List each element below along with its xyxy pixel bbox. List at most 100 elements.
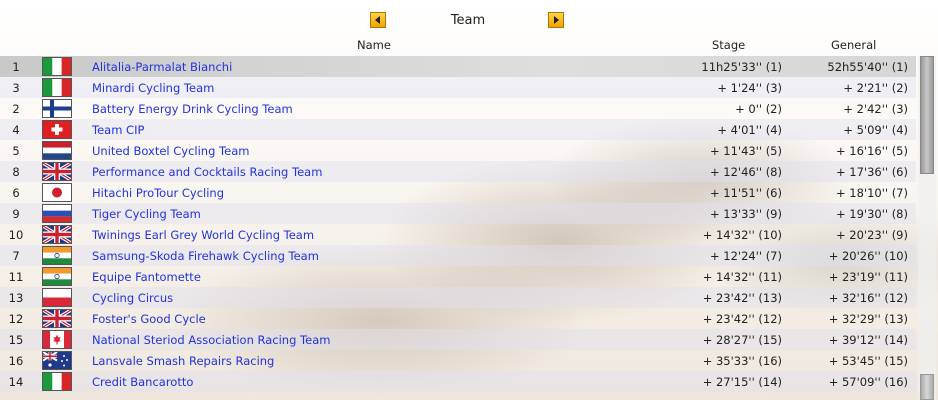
general-time-cell: + 20'23'' (9): [836, 228, 908, 242]
stage-time-cell: + 11'43'' (5): [710, 144, 782, 158]
rank-cell: 4: [12, 123, 20, 137]
stage-time-cell: + 28'27'' (15): [702, 333, 782, 347]
team-name-link[interactable]: United Boxtel Cycling Team: [92, 144, 249, 158]
stage-time-cell: + 1'24'' (3): [717, 81, 782, 95]
flag-india-icon: [42, 267, 72, 286]
general-time-cell: + 16'16'' (5): [836, 144, 908, 158]
general-time-cell: + 32'29'' (13): [828, 312, 908, 326]
flag-netherlands-icon: [42, 141, 72, 160]
flag-italy-icon: [42, 57, 72, 76]
team-name-link[interactable]: National Steriod Association Racing Team: [92, 333, 330, 347]
rank-cell: 10: [8, 228, 24, 242]
flag-india-icon: [42, 246, 72, 265]
table-row[interactable]: 8 Performance and Cocktails Racing Team + …: [0, 161, 916, 182]
arrow-right-icon: [554, 16, 559, 24]
table-row[interactable]: 11 Equipe Fantomette + 14'32'' (11) + 23'19…: [0, 266, 916, 287]
general-time-cell: + 20'26'' (10): [828, 249, 908, 263]
flag-canada-icon: [42, 330, 72, 349]
table-row[interactable]: 1 Alitalia-Parmalat Bianchi 11h25'33'' (1)…: [0, 56, 916, 77]
general-time-cell: + 18'10'' (7): [836, 186, 908, 200]
flag-italy-icon: [42, 78, 72, 97]
stage-time-cell: + 12'24'' (7): [710, 249, 782, 263]
rank-cell: 3: [12, 81, 20, 95]
flag-russia-icon: [42, 204, 72, 223]
table-row[interactable]: 14 Credit Bancarotto + 27'15'' (14) + 57'09…: [0, 371, 916, 392]
rank-cell: 1: [12, 60, 20, 74]
team-standings-table: 1 Alitalia-Parmalat Bianchi 11h25'33'' (1)…: [0, 56, 916, 392]
team-name-link[interactable]: Credit Bancarotto: [92, 375, 193, 389]
table-row[interactable]: 9 Tiger Cycling Team + 13'33'' (9) + 19'30'…: [0, 203, 916, 224]
general-time-cell: + 2'42'' (3): [843, 102, 908, 116]
team-name-link[interactable]: Samsung-Skoda Firehawk Cycling Team: [92, 249, 319, 263]
flag-uk-icon: [42, 309, 72, 328]
rank-cell: 11: [8, 270, 24, 284]
rank-cell: 7: [12, 249, 20, 263]
team-name-link[interactable]: Tiger Cycling Team: [92, 207, 201, 221]
general-time-cell: + 17'36'' (6): [836, 165, 908, 179]
general-time-cell: + 2'21'' (2): [843, 81, 908, 95]
team-name-link[interactable]: Hitachi ProTour Cycling: [92, 186, 224, 200]
prev-team-button[interactable]: [370, 12, 386, 28]
general-time-cell: + 32'16'' (12): [828, 291, 908, 305]
general-time-cell: + 5'09'' (4): [843, 123, 908, 137]
stage-time-cell: + 27'15'' (14): [702, 375, 782, 389]
general-time-cell: + 39'12'' (14): [828, 333, 908, 347]
table-row[interactable]: 12 Foster's Good Cycle + 23'42'' (12) + 32'…: [0, 308, 916, 329]
team-name-link[interactable]: Team CIP: [92, 123, 144, 137]
table-row[interactable]: 6 Hitachi ProTour Cycling + 11'51'' (6) + 1…: [0, 182, 916, 203]
team-name-link[interactable]: Performance and Cocktails Racing Team: [92, 165, 322, 179]
rank-cell: 6: [12, 186, 20, 200]
general-time-cell: + 53'45'' (15): [828, 354, 908, 368]
rank-cell: 15: [8, 333, 24, 347]
flag-poland-icon: [42, 288, 72, 307]
team-name-link[interactable]: Alitalia-Parmalat Bianchi: [92, 60, 232, 74]
table-row[interactable]: 13 Cycling Circus + 23'42'' (13) + 32'16'' …: [0, 287, 916, 308]
flag-switzerland-icon: [42, 120, 72, 139]
stage-time-cell: + 13'33'' (9): [710, 207, 782, 221]
table-row[interactable]: 2 Battery Energy Drink Cycling Team + 0'' …: [0, 98, 916, 119]
team-name-link[interactable]: Foster's Good Cycle: [92, 312, 206, 326]
table-row[interactable]: 7 Samsung-Skoda Firehawk Cycling Team + 12…: [0, 245, 916, 266]
general-time-cell: + 57'09'' (16): [828, 375, 908, 389]
flag-australia-icon: [42, 351, 72, 370]
team-name-link[interactable]: Twinings Earl Grey World Cycling Team: [92, 228, 314, 242]
flag-italy-icon: [42, 372, 72, 391]
stage-time-cell: + 14'32'' (11): [702, 270, 782, 284]
stage-time-cell: + 14'32'' (10): [702, 228, 782, 242]
team-name-link[interactable]: Battery Energy Drink Cycling Team: [92, 102, 293, 116]
table-row[interactable]: 4 Team CIP + 4'01'' (4) + 5'09'' (4): [0, 119, 916, 140]
rank-cell: 8: [12, 165, 20, 179]
flag-japan-icon: [42, 183, 72, 202]
flag-uk-icon: [42, 162, 72, 181]
rank-cell: 5: [12, 144, 20, 158]
team-name-link[interactable]: Minardi Cycling Team: [92, 81, 214, 95]
flag-uk-icon: [42, 225, 72, 244]
stage-time-cell: 11h25'33'' (1): [701, 60, 782, 74]
next-team-button[interactable]: [548, 12, 564, 28]
stage-time-cell: + 12'46'' (8): [710, 165, 782, 179]
team-name-link[interactable]: Equipe Fantomette: [92, 270, 201, 284]
page-title: Team: [450, 13, 486, 28]
table-row[interactable]: 5 United Boxtel Cycling Team + 11'43'' (5)…: [0, 140, 916, 161]
scrollbar[interactable]: [918, 56, 936, 400]
table-row[interactable]: 16 Lansvale Smash Repairs Racing + 35'33''…: [0, 350, 916, 371]
team-name-link[interactable]: Cycling Circus: [92, 291, 173, 305]
stage-time-cell: + 0'' (2): [735, 102, 782, 116]
general-time-cell: + 19'30'' (8): [836, 207, 908, 221]
stage-time-cell: + 35'33'' (16): [702, 354, 782, 368]
column-header-name[interactable]: Name: [357, 38, 391, 52]
table-row[interactable]: 15 National Steriod Association Racing Te…: [0, 329, 916, 350]
column-header-stage[interactable]: Stage: [712, 38, 745, 52]
stage-time-cell: + 11'51'' (6): [710, 186, 782, 200]
team-name-link[interactable]: Lansvale Smash Repairs Racing: [92, 354, 274, 368]
rank-cell: 16: [8, 354, 24, 368]
rank-cell: 13: [8, 291, 24, 305]
scrollbar-thumb[interactable]: [920, 56, 934, 174]
column-header-general[interactable]: General: [831, 38, 876, 52]
table-row[interactable]: 10 Twinings Earl Grey World Cycling Team +…: [0, 224, 916, 245]
stage-time-cell: + 4'01'' (4): [717, 123, 782, 137]
general-time-cell: 52h55'40'' (1): [827, 60, 908, 74]
scrollbar-bottom-handle[interactable]: [920, 374, 934, 400]
table-row[interactable]: 3 Minardi Cycling Team + 1'24'' (3) + 2'21'…: [0, 77, 916, 98]
header: Team Name Stage General: [0, 0, 938, 55]
